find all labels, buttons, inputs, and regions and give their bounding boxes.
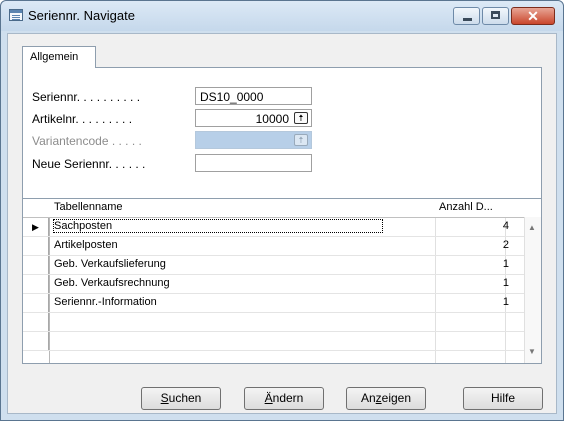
close-icon: ✕ <box>527 8 539 24</box>
field-row-artikelnr: Artikelnr. . . . . . . . . 10000 🠅 <box>32 109 352 128</box>
anzeigen-button[interactable]: Anzeigen <box>346 387 426 410</box>
table-cell-count[interactable]: 2 <box>441 239 509 251</box>
variantencode-lookup-button: 🠅 <box>294 134 308 146</box>
hilfe-button[interactable]: Hilfe <box>463 387 543 410</box>
table-row-empty[interactable] <box>23 332 541 351</box>
seriennr-label: Seriennr. . . . . . . . . . <box>32 90 141 104</box>
table-row[interactable]: Artikelposten 2 <box>23 237 541 256</box>
current-row-marker-icon: ▶ <box>23 218 49 236</box>
seriennr-input[interactable]: DS10_0000 <box>195 87 312 105</box>
field-row-neue-seriennr: Neue Seriennr. . . . . . <box>32 154 352 173</box>
maximize-icon <box>491 11 500 19</box>
table-header: Tabellenname Anzahl D... <box>23 199 541 218</box>
hilfe-label: Hilfe <box>490 391 515 405</box>
row-header[interactable] <box>23 275 49 293</box>
table-scrollbar[interactable]: ▲ ▼ <box>524 217 541 363</box>
aendern-label-post: ndern <box>272 391 304 405</box>
table-row[interactable]: Seriennr.-Information 1 <box>23 294 541 313</box>
table-row[interactable]: ▶ Sachposten 4 <box>23 218 541 237</box>
scroll-down-icon[interactable]: ▼ <box>528 347 536 356</box>
title-bar[interactable]: Seriennr. Navigate ✕ <box>1 1 563 31</box>
minimize-button[interactable] <box>453 7 480 25</box>
form-icon <box>9 9 23 21</box>
suchen-label-post: uchen <box>168 391 202 405</box>
close-button[interactable]: ✕ <box>511 7 555 25</box>
artikelnr-input[interactable]: 10000 🠅 <box>195 109 312 127</box>
column-header-anzahl[interactable]: Anzahl D... <box>439 201 493 213</box>
field-row-variantencode: Variantencode . . . . . 🠅 <box>32 131 352 150</box>
table-cell-name[interactable]: Sachposten <box>52 219 384 233</box>
suchen-button[interactable]: Suchen <box>141 387 221 410</box>
table-cell-count[interactable]: 1 <box>441 296 509 308</box>
table-cell-count[interactable]: 4 <box>441 220 509 232</box>
table-row[interactable]: Geb. Verkaufsrechnung 1 <box>23 275 541 294</box>
table-cell-name[interactable]: Artikelposten <box>54 239 118 251</box>
tab-panel-allgemein: Seriennr. . . . . . . . . . DS10_0000 Ar… <box>22 67 542 210</box>
table-row-empty[interactable] <box>23 313 541 332</box>
minimize-icon <box>463 18 472 21</box>
table-cell-name[interactable]: Geb. Verkaufslieferung <box>54 258 166 270</box>
row-header[interactable] <box>23 294 49 312</box>
maximize-button[interactable] <box>482 7 509 25</box>
row-header[interactable] <box>23 313 49 331</box>
table-cell-count[interactable]: 1 <box>441 277 509 289</box>
row-header[interactable] <box>23 256 49 274</box>
suchen-access-key: S <box>160 391 169 405</box>
neue-seriennr-input[interactable] <box>195 154 312 172</box>
navigate-window: Seriennr. Navigate ✕ Allgemein Seriennr.… <box>0 0 564 421</box>
variantencode-input: 🠅 <box>195 131 312 149</box>
anzeigen-label-post: eigen <box>381 391 412 405</box>
artikelnr-label: Artikelnr. . . . . . . . . <box>32 112 133 126</box>
column-header-tabellenname[interactable]: Tabellenname <box>54 201 123 213</box>
artikelnr-value: 10000 <box>255 112 289 126</box>
table-cell-count[interactable]: 1 <box>441 258 509 270</box>
neue-seriennr-label: Neue Seriennr. . . . . . <box>32 157 146 171</box>
artikelnr-lookup-button[interactable]: 🠅 <box>294 112 308 124</box>
table-row[interactable]: Geb. Verkaufslieferung 1 <box>23 256 541 275</box>
dialog-body: Allgemein Seriennr. . . . . . . . . . DS… <box>7 33 557 414</box>
row-header[interactable] <box>23 332 49 350</box>
navigate-table: Tabellenname Anzahl D... ▶ Sachposten 4 … <box>22 198 542 364</box>
scroll-up-icon[interactable]: ▲ <box>528 223 536 232</box>
table-cell-name[interactable]: Seriennr.-Information <box>54 296 157 308</box>
tab-allgemein[interactable]: Allgemein <box>22 46 96 68</box>
variantencode-label: Variantencode . . . . . <box>32 134 142 148</box>
table-cell-name[interactable]: Geb. Verkaufsrechnung <box>54 277 170 289</box>
row-header[interactable] <box>23 237 49 255</box>
aendern-button[interactable]: Ändern <box>244 387 324 410</box>
field-row-seriennr: Seriennr. . . . . . . . . . DS10_0000 <box>32 87 352 106</box>
aendern-access-key: Ä <box>264 391 273 405</box>
anzeigen-label-pre: An <box>360 391 376 405</box>
window-title: Seriennr. Navigate <box>28 8 135 23</box>
